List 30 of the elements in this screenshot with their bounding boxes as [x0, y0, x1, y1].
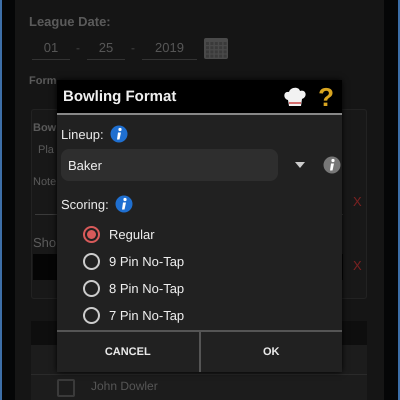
lineup-dropdown[interactable]: Baker [61, 149, 278, 181]
caret-icon[interactable] [295, 162, 305, 168]
radio-button[interactable] [83, 226, 100, 243]
radio-button[interactable] [83, 280, 100, 297]
scoring-option[interactable]: Regular [109, 227, 155, 242]
info-icon[interactable] [114, 195, 133, 213]
info-icon[interactable] [323, 156, 341, 174]
scoring-label: Scoring: [61, 196, 109, 212]
bowlers-label: Bow [33, 122, 56, 134]
short-label: Sho [33, 235, 56, 250]
date-separator: - [76, 40, 80, 54]
checkbox[interactable] [57, 379, 75, 397]
scoring-option[interactable]: 7 Pin No-Tap [109, 308, 184, 323]
cancel-button[interactable]: CANCEL [57, 332, 198, 372]
chef-hat-icon [282, 86, 308, 108]
scoring-option[interactable]: 9 Pin No-Tap [109, 254, 184, 269]
scoring-option[interactable]: 8 Pin No-Tap [109, 281, 184, 296]
dialog-title: Bowling Format [63, 88, 178, 105]
league-date-label: League Date: [29, 14, 111, 29]
date-separator: - [131, 40, 135, 54]
bowlers-value: Pla [38, 144, 54, 156]
radio-button[interactable] [83, 253, 100, 270]
ok-button[interactable]: OK [198, 332, 342, 372]
help-button[interactable]: ? [318, 84, 334, 110]
bowler-name: John Dowler [91, 379, 158, 393]
notes-label: Note [33, 176, 56, 188]
info-icon[interactable] [110, 125, 128, 143]
format-label: Form [29, 75, 56, 87]
lineup-label: Lineup: [61, 126, 104, 142]
radio-button[interactable] [83, 307, 100, 324]
